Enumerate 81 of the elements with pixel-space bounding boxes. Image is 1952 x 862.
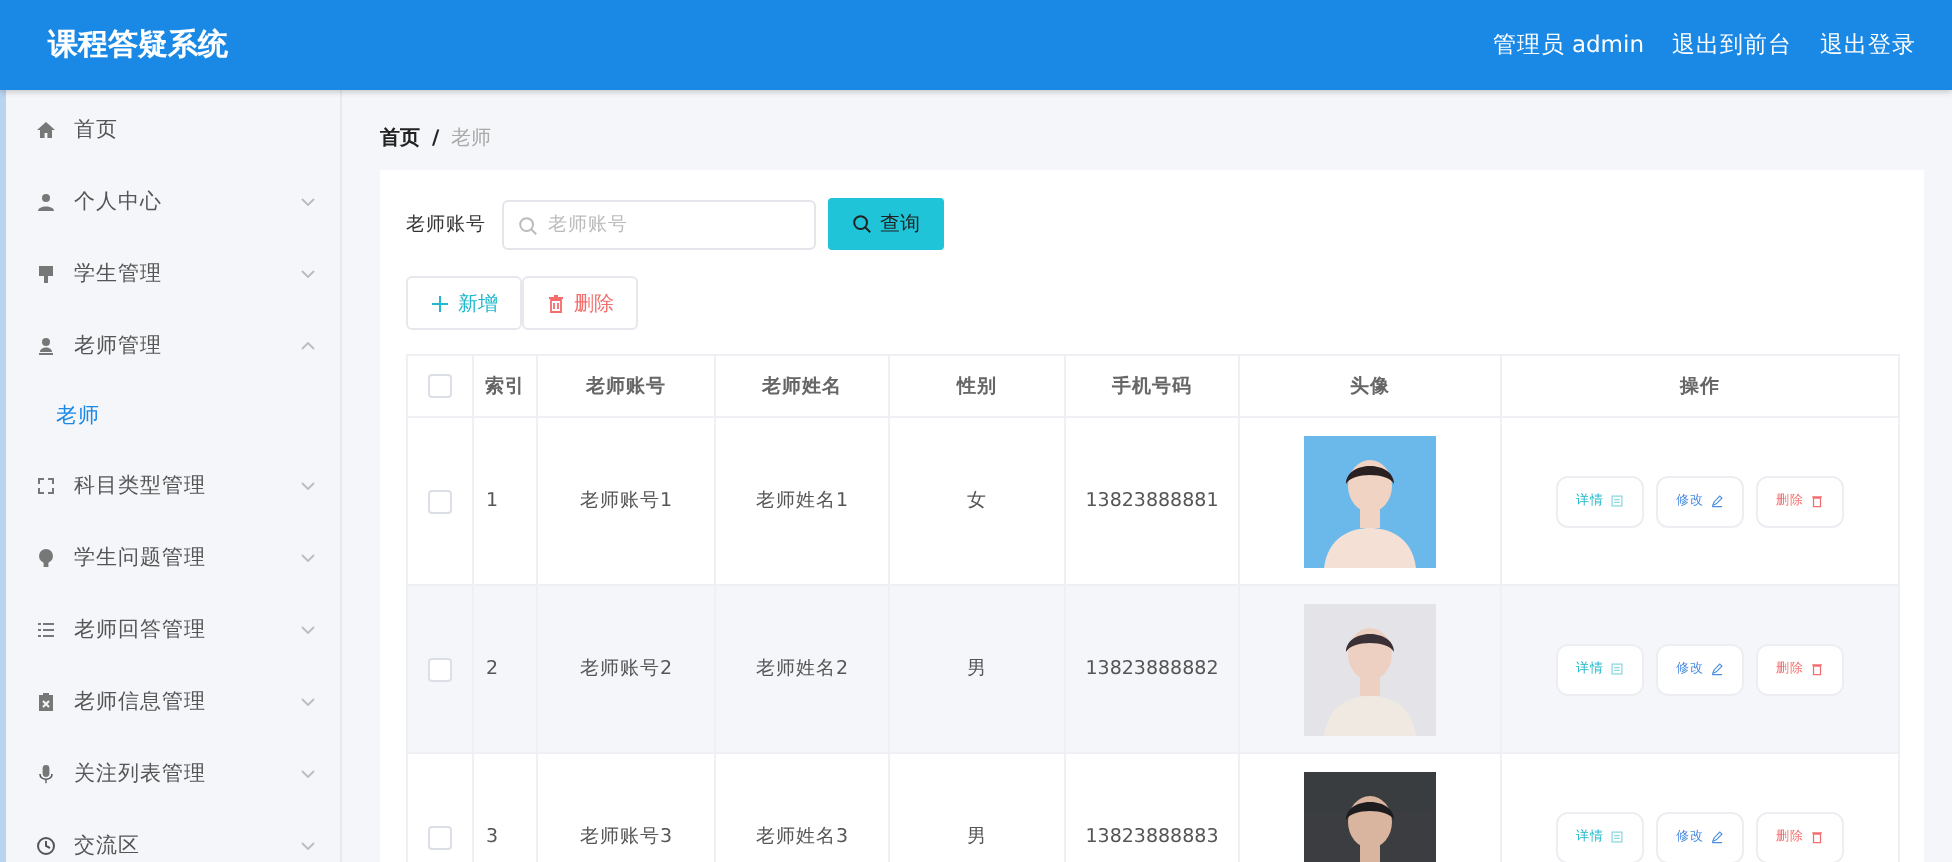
sidebar-item[interactable]: 科目类型管理 xyxy=(0,450,340,522)
sidebar-item[interactable]: 交流区 xyxy=(0,810,340,862)
header-link[interactable]: 退出登录 xyxy=(1820,30,1916,60)
table-cell: 男 xyxy=(967,826,987,848)
plus-icon xyxy=(430,293,450,313)
checkbox[interactable] xyxy=(428,657,452,681)
chevron-down-icon xyxy=(300,766,316,782)
chevron-down-icon xyxy=(300,266,316,282)
chevron-down-icon xyxy=(300,694,316,710)
column-header: 手机号码 xyxy=(1112,375,1192,397)
lightbulb-icon xyxy=(36,548,56,568)
pencil-icon xyxy=(1710,830,1724,844)
chevron-down-icon xyxy=(300,550,316,566)
table-cell: 13823888883 xyxy=(1085,826,1219,848)
table-cell: 13823888882 xyxy=(1085,658,1219,680)
sidebar-item[interactable]: 老师回答管理 xyxy=(0,594,340,666)
header-link[interactable]: 管理员 admin xyxy=(1492,30,1644,60)
trash-icon xyxy=(1810,830,1824,844)
column-header: 头像 xyxy=(1350,375,1390,397)
chevron-down-icon xyxy=(300,194,316,210)
trash-icon xyxy=(1810,662,1824,676)
sidebar-item[interactable]: 学生问题管理 xyxy=(0,522,340,594)
chevron-up-icon xyxy=(300,338,316,354)
sidebar-item[interactable]: 关注列表管理 xyxy=(0,738,340,810)
column-header: 索引 xyxy=(485,375,525,397)
column-header: 老师账号 xyxy=(586,375,666,397)
trash-icon xyxy=(546,293,566,313)
clock-icon xyxy=(36,836,56,856)
breadcrumb-separator: / xyxy=(432,127,440,149)
doc-icon xyxy=(1610,830,1624,844)
table-cell: 13823888881 xyxy=(1085,490,1219,512)
sidebar-subitem[interactable]: 老师 xyxy=(0,382,340,450)
chevron-down-icon xyxy=(300,478,316,494)
checkbox[interactable] xyxy=(428,489,452,513)
sidebar-item[interactable]: 老师管理 xyxy=(0,310,340,382)
column-header: 操作 xyxy=(1680,375,1720,397)
app-title: 课程答疑系统 xyxy=(48,26,230,64)
doc-icon xyxy=(1610,662,1624,676)
board-icon xyxy=(36,264,56,284)
trash-icon xyxy=(1810,494,1824,508)
column-header: 老师姓名 xyxy=(762,375,842,397)
table-cell: 老师姓名2 xyxy=(755,658,849,680)
person-icon xyxy=(36,336,56,356)
home-icon xyxy=(36,120,56,140)
checkbox[interactable] xyxy=(428,374,452,398)
chevron-down-icon xyxy=(300,622,316,638)
table-cell: 1 xyxy=(486,490,499,512)
table-cell: 3 xyxy=(486,826,499,848)
sidebar-item[interactable]: 个人中心 xyxy=(0,166,340,238)
search-button[interactable]: 查询 xyxy=(828,198,944,250)
chevron-down-icon xyxy=(300,838,316,854)
sidebar-item[interactable]: 老师信息管理 xyxy=(0,666,340,738)
delete-button[interactable]: 删除 xyxy=(522,276,638,330)
frame-icon xyxy=(36,476,56,496)
sidebar-item[interactable]: 学生管理 xyxy=(0,238,340,310)
sidebar-item[interactable]: 首页 xyxy=(0,94,340,166)
table-cell: 2 xyxy=(486,658,499,680)
add-button[interactable]: 新增 xyxy=(406,276,522,330)
table-cell: 女 xyxy=(967,490,987,512)
table-cell: 老师姓名3 xyxy=(755,826,849,848)
table-cell: 老师账号2 xyxy=(579,658,673,680)
pencil-icon xyxy=(1710,662,1724,676)
user-icon xyxy=(36,192,56,212)
search-field[interactable]: 老师账号 xyxy=(502,199,816,249)
clipboard-icon xyxy=(36,692,56,712)
search-icon xyxy=(852,214,872,234)
doc-icon xyxy=(1610,494,1624,508)
search-icon xyxy=(518,215,538,235)
column-header: 性别 xyxy=(957,375,997,397)
pencil-icon xyxy=(1710,494,1724,508)
table-cell: 老师姓名1 xyxy=(755,490,849,512)
list-icon xyxy=(36,620,56,640)
breadcrumb-current: 老师 xyxy=(451,125,492,152)
microphone-icon xyxy=(36,764,56,784)
checkbox[interactable] xyxy=(428,825,452,849)
table-cell: 老师账号3 xyxy=(579,826,673,848)
header-link[interactable]: 退出到前台 xyxy=(1672,30,1792,60)
table-cell: 老师账号1 xyxy=(579,490,673,512)
table-cell: 男 xyxy=(967,658,987,680)
breadcrumb-link[interactable]: 首页 xyxy=(380,124,420,152)
field-label: 老师账号 xyxy=(406,211,486,237)
